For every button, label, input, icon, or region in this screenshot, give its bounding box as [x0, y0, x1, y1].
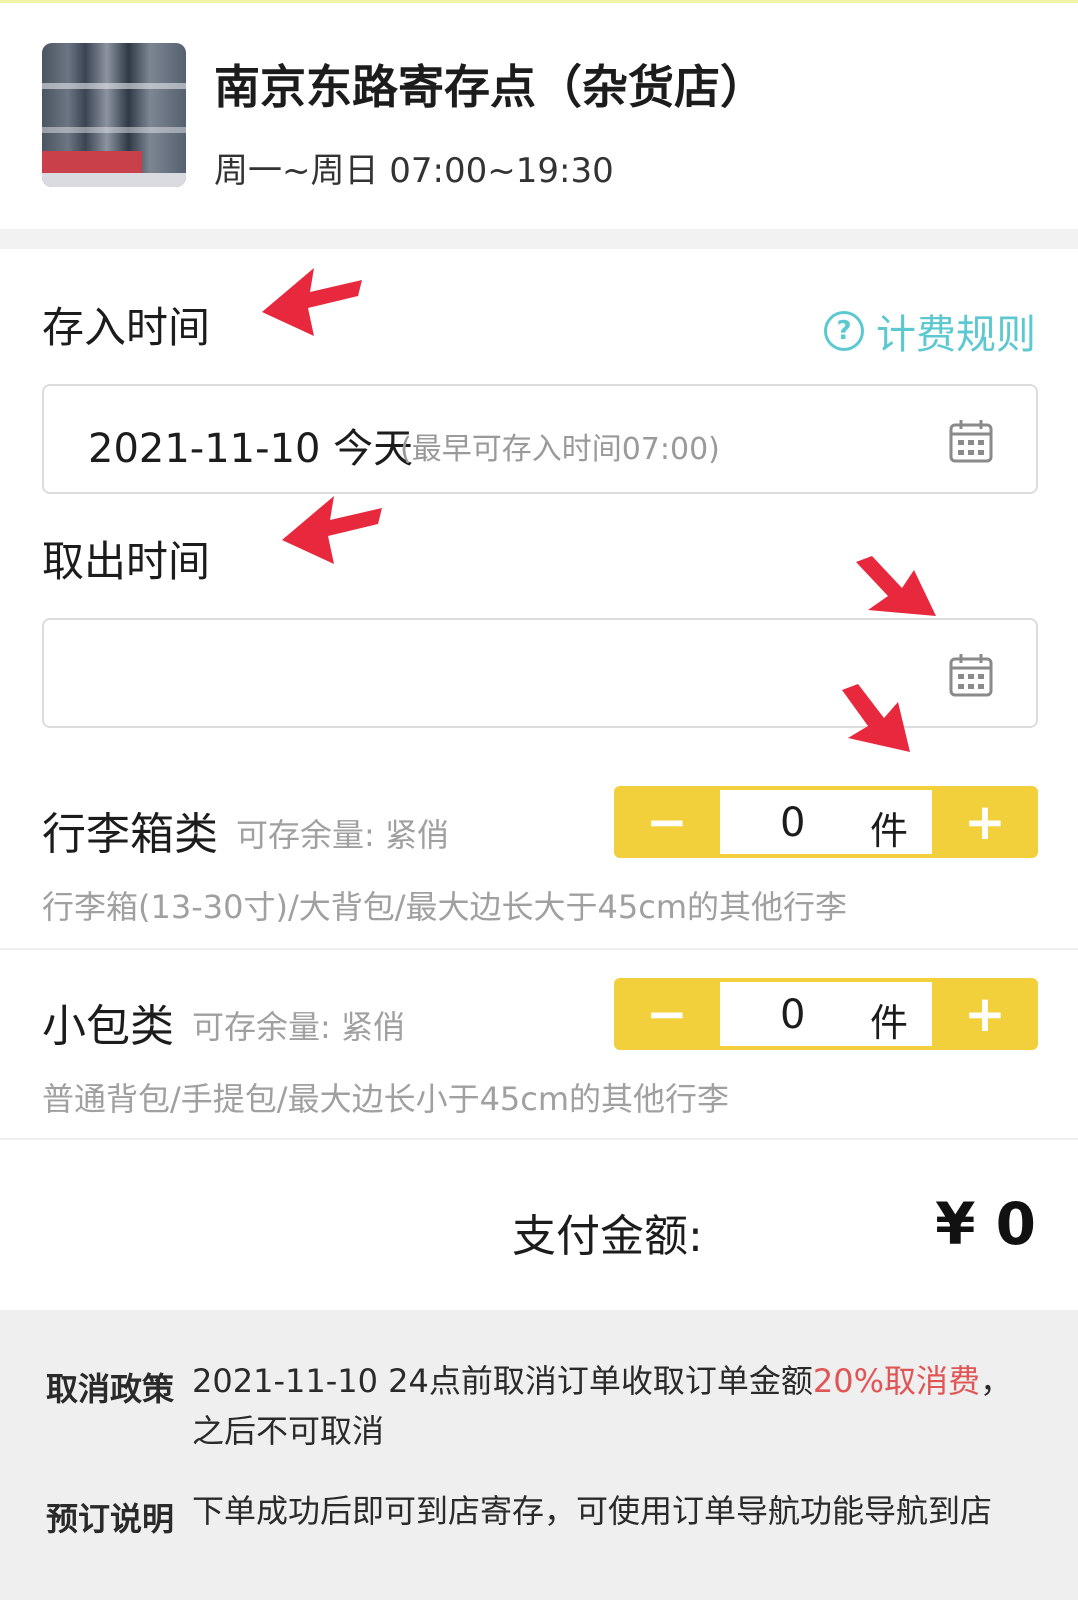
cancel-policy-text-part1: 2021-11-10 24点前取消订单收取订单金额: [192, 1362, 813, 1400]
small-bag-count[interactable]: 0: [780, 992, 805, 1038]
row-divider: [0, 1138, 1078, 1140]
store-header: 南京东路寄存点（杂货店） 周一~周日 07:00~19:30: [0, 3, 1078, 229]
calendar-icon[interactable]: [948, 652, 994, 698]
annotation-arrow: [842, 684, 910, 752]
small-bag-category-title: 小包类: [42, 1001, 174, 1052]
store-hours: 周一~周日 07:00~19:30: [214, 151, 614, 191]
luggage-unit: 件: [870, 809, 909, 853]
plus-icon[interactable]: +: [932, 978, 1038, 1050]
luggage-category-title: 行李箱类: [42, 809, 218, 860]
annotation-arrow: [282, 496, 382, 564]
payment-label: 支付金额:: [512, 1211, 703, 1262]
store-name: 南京东路寄存点（杂货店）: [214, 60, 766, 114]
question-circle-icon: ?: [824, 311, 864, 351]
plus-icon[interactable]: +: [932, 786, 1038, 858]
annotation-arrow: [856, 556, 936, 616]
cancel-policy-label: 取消政策: [46, 1370, 175, 1408]
payment-amount: ¥ 0: [935, 1190, 1036, 1258]
small-bag-quantity-stepper: − 0 件 +: [614, 978, 1038, 1050]
cancel-fee-highlight: 20%取消费: [812, 1362, 981, 1400]
annotation-arrow: [262, 268, 362, 336]
row-divider: [0, 948, 1078, 950]
luggage-availability: 可存余量: 紧俏: [236, 816, 449, 854]
luggage-count[interactable]: 0: [780, 800, 805, 846]
booking-notes-label: 预订说明: [46, 1500, 175, 1538]
luggage-quantity-stepper: − 0 件 +: [614, 786, 1038, 858]
deposit-date-field[interactable]: 2021-11-10 今天 (最早可存入时间07:00): [42, 384, 1038, 494]
deposit-time-label: 存入时间: [42, 303, 211, 352]
store-thumbnail[interactable]: [42, 43, 186, 187]
pricing-rules-link[interactable]: ? 计费规则: [824, 302, 1036, 360]
small-bag-availability: 可存余量: 紧俏: [192, 1008, 405, 1046]
small-bag-description: 普通背包/手提包/最大边长小于45cm的其他行李: [42, 1080, 730, 1118]
minus-icon[interactable]: −: [614, 786, 720, 858]
deposit-earliest-hint: (最早可存入时间07:00): [400, 432, 720, 467]
calendar-icon[interactable]: [948, 418, 994, 464]
pricing-rules-label: 计费规则: [876, 312, 1036, 358]
deposit-date-value: 2021-11-10 今天: [88, 426, 414, 472]
minus-icon[interactable]: −: [614, 978, 720, 1050]
luggage-description: 行李箱(13-30寸)/大背包/最大边长大于45cm的其他行李: [42, 888, 848, 926]
policy-section: 取消政策 2021-11-10 24点前取消订单收取订单金额20%取消费，之后不…: [0, 1310, 1078, 1600]
small-bag-unit: 件: [870, 1001, 909, 1045]
cancel-policy-text: 2021-11-10 24点前取消订单收取订单金额20%取消费，之后不可取消: [192, 1356, 1022, 1456]
pickup-time-label: 取出时间: [42, 537, 211, 586]
section-divider: [0, 229, 1078, 249]
booking-notes-text: 下单成功后即可到店寄存，可使用订单导航功能导航到店: [192, 1492, 993, 1530]
